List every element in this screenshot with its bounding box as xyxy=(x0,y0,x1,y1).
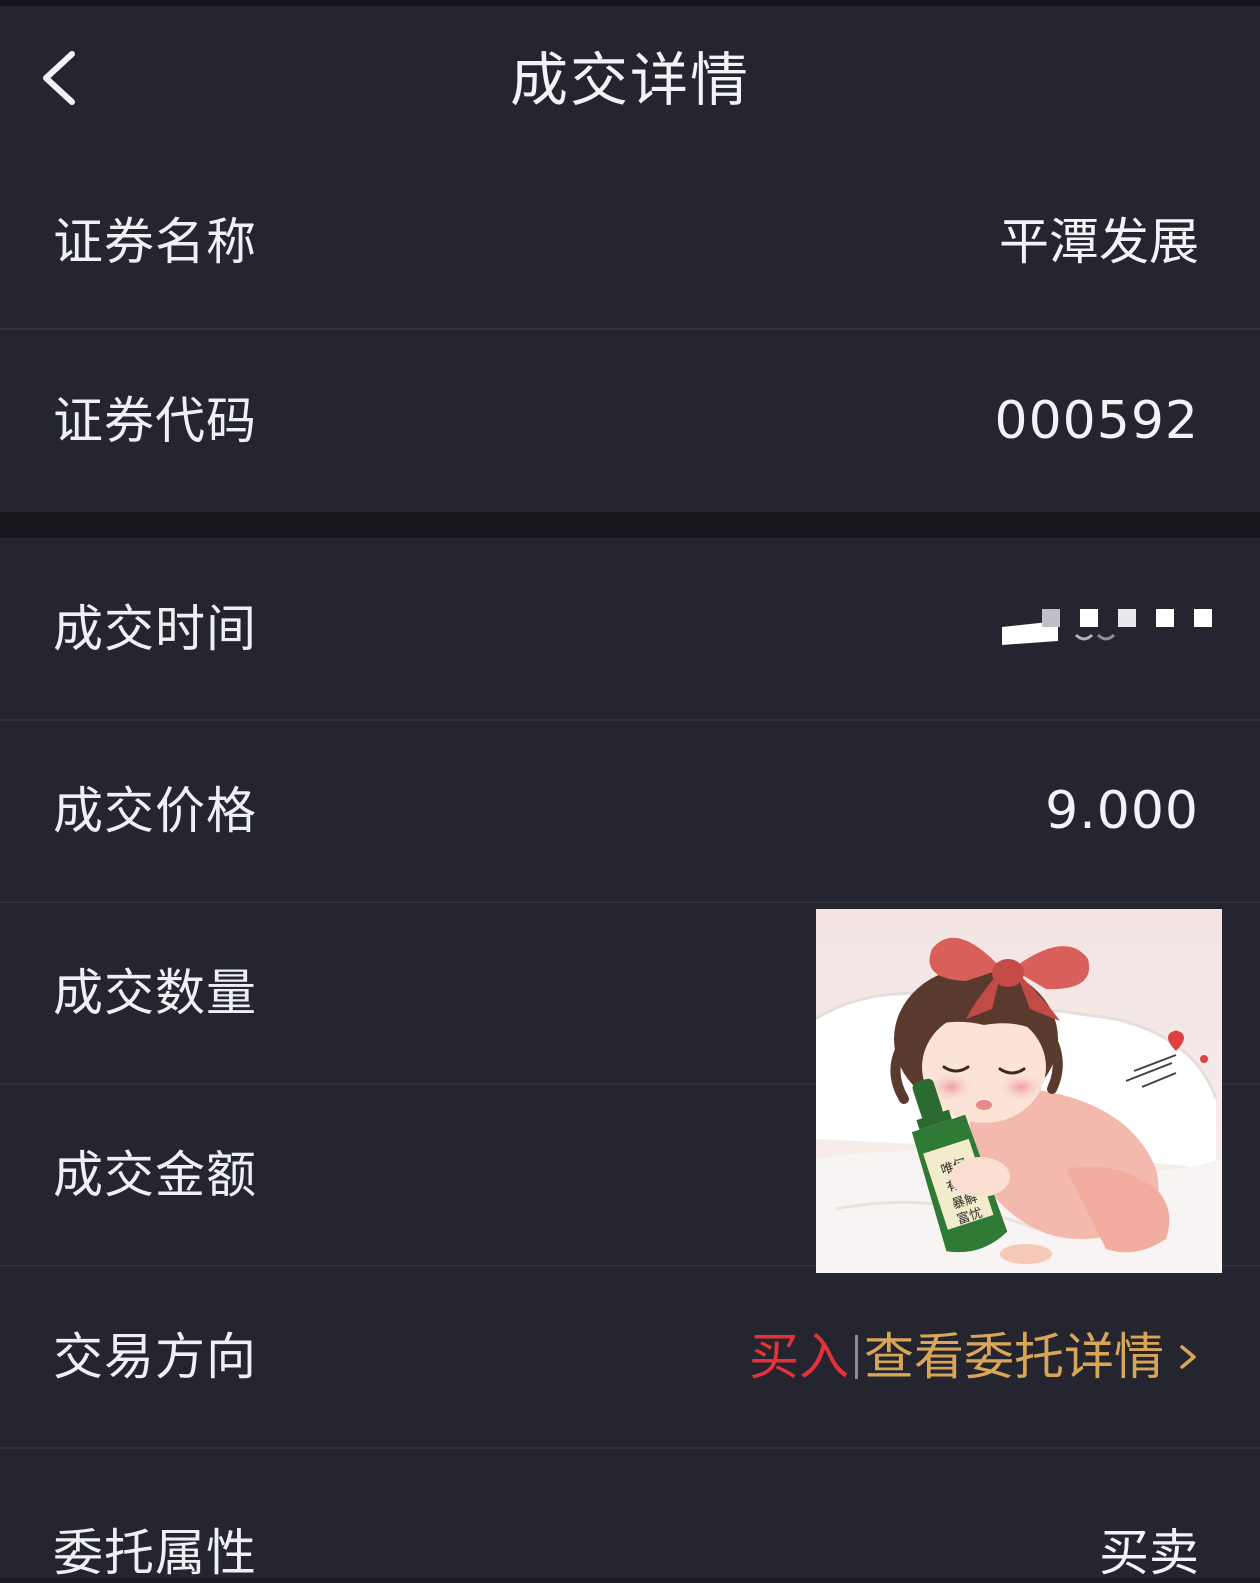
row-security-code: 证券代码 000592 xyxy=(0,330,1260,512)
nav-header: 成交详情 xyxy=(0,6,1260,156)
direction-separator xyxy=(855,1335,858,1379)
order-attribute-value: 买卖 xyxy=(1099,1524,1199,1582)
security-name-value: 平潭发展 xyxy=(999,213,1199,271)
security-code-value: 000592 xyxy=(994,391,1199,451)
section-divider xyxy=(0,512,1260,538)
row-trade-time: 成交时间 xyxy=(0,538,1260,721)
security-name-label: 证券名称 xyxy=(53,213,257,271)
redaction-mask xyxy=(1002,608,1212,645)
row-trade-direction: 交易方向 买入 查看委托详情 xyxy=(0,1267,1260,1449)
trade-time-label: 成交时间 xyxy=(53,599,257,658)
direction-buy-value: 买入 xyxy=(749,1328,849,1386)
page-title: 成交详情 xyxy=(509,46,750,114)
row-order-attribute: 委托属性 买卖 xyxy=(0,1449,1260,1582)
trade-price-value: 9.000 xyxy=(1045,781,1199,841)
trade-price-label: 成交价格 xyxy=(53,782,257,840)
sleeping-girl-illustration: 唯何 有以 暴解 富忧 xyxy=(816,909,1222,1273)
view-order-detail-link[interactable]: 买入 查看委托详情 xyxy=(749,1327,1202,1387)
order-attribute-label: 委托属性 xyxy=(53,1524,257,1582)
trade-direction-label: 交易方向 xyxy=(53,1328,257,1386)
row-security-name: 证券名称 平潭发展 xyxy=(0,156,1260,330)
security-code-label: 证券代码 xyxy=(53,392,257,450)
trade-time-redacted xyxy=(1002,608,1212,649)
chevron-right-icon xyxy=(1174,1335,1202,1379)
trade-amount-label: 成交金额 xyxy=(53,1146,257,1204)
row-trade-price: 成交价格 9.000 xyxy=(0,721,1260,903)
security-card: 证券名称 平潭发展 证券代码 000592 xyxy=(0,156,1260,512)
sticker-image: 唯何 有以 暴解 富忧 xyxy=(816,909,1222,1273)
trade-quantity-label: 成交数量 xyxy=(53,964,257,1022)
order-detail-link-text: 查看委托详情 xyxy=(864,1328,1164,1386)
